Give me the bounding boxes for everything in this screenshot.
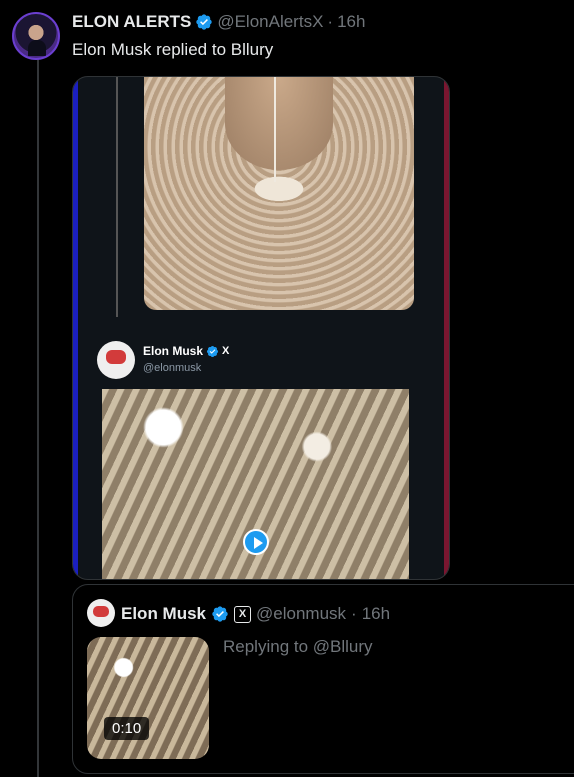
embedded-thread-line — [116, 77, 118, 317]
quoted-author-avatar[interactable] — [87, 599, 115, 627]
separator-dot: · — [327, 12, 334, 31]
quoted-author-name[interactable]: Elon Musk — [121, 604, 206, 624]
separator-dot: · — [351, 604, 357, 623]
play-icon — [243, 529, 269, 555]
tweet-header: ELON ALERTS @ElonAlertsX · 16h — [72, 12, 365, 32]
tweet-time[interactable]: 16h — [337, 12, 365, 32]
quoted-author-handle[interactable]: @elonmusk — [256, 604, 346, 624]
embedded-author-handle: @elonmusk — [143, 362, 202, 374]
x-logo-icon: X — [234, 605, 252, 623]
quoted-time[interactable]: 16h — [362, 604, 390, 624]
author-handle[interactable]: @ElonAlertsX — [217, 12, 323, 32]
verified-badge-icon — [196, 14, 213, 30]
video-duration: 0:10 — [104, 717, 150, 740]
x-logo-icon: X — [222, 345, 230, 357]
verified-badge-icon — [206, 345, 219, 357]
embedded-author-avatar — [97, 341, 135, 379]
embedded-author-name: Elon Musk — [143, 344, 204, 358]
tweet-media-screenshot[interactable]: Elon Musk X @elonmusk — [72, 76, 450, 580]
quoted-tweet[interactable]: Elon Musk X @elonmusk · 16h 0:10 Replyin… — [72, 584, 574, 774]
tweet-text: Elon Musk replied to Bllury — [72, 40, 274, 59]
author-avatar[interactable] — [12, 12, 60, 60]
verified-badge-icon — [212, 606, 228, 622]
media-left-stripe — [73, 77, 78, 579]
quoted-header: Elon Musk X @elonmusk · 16h — [121, 604, 390, 624]
thread-connector-line — [37, 58, 39, 777]
quoted-video-thumbnail[interactable]: 0:10 — [87, 637, 209, 759]
replying-to-text: Replying to @Bllury — [223, 637, 373, 656]
media-right-stripe — [444, 77, 449, 579]
embedded-author-row: Elon Musk X — [143, 344, 229, 358]
author-name[interactable]: ELON ALERTS — [72, 12, 191, 32]
dress-back-image — [144, 77, 414, 310]
